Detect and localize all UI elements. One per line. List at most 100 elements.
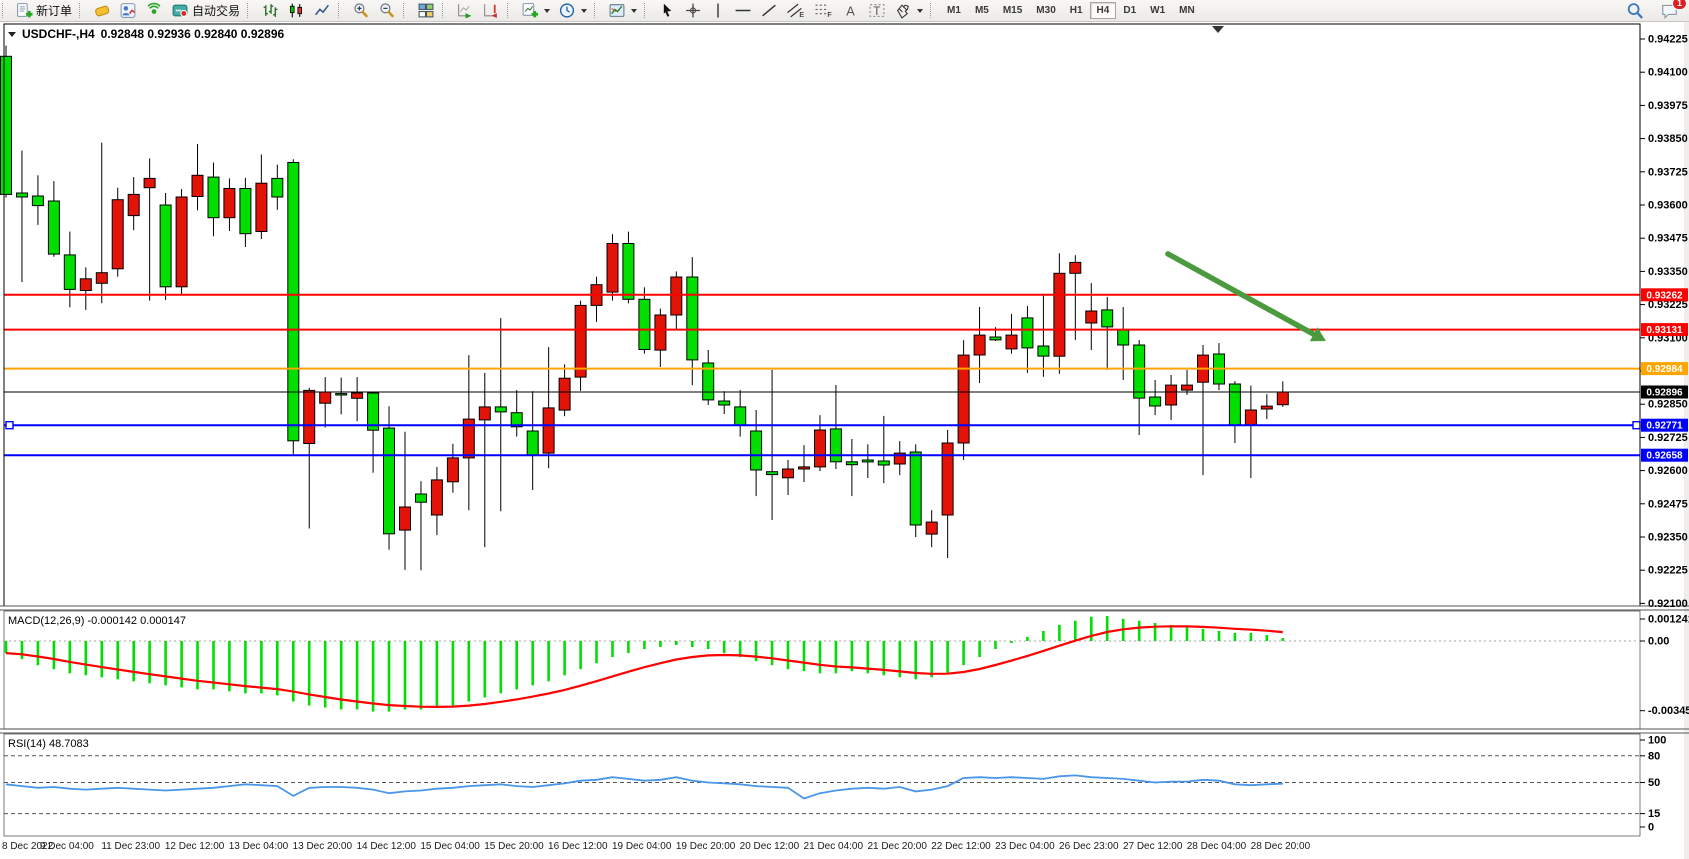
candle-body-up: [1166, 385, 1177, 405]
timeframe-button-d1[interactable]: D1: [1116, 2, 1143, 19]
candle-body-down: [272, 178, 283, 197]
toolbar-grip[interactable]: [338, 3, 344, 18]
candle-body-up: [783, 469, 794, 478]
svg-text:E: E: [799, 10, 804, 19]
candlestick-chart-icon[interactable]: [283, 0, 309, 21]
timeframe-button-m1[interactable]: M1: [940, 2, 968, 19]
signal-icon[interactable]: [141, 0, 167, 21]
price-tick-label: 0.92850: [1648, 399, 1688, 411]
rsi-tick-label: 50: [1648, 777, 1660, 789]
date-label: 19 Dec 04:00: [612, 841, 672, 852]
symbol-dropdown-icon[interactable]: [8, 32, 16, 37]
arrows-caret[interactable]: [917, 9, 923, 13]
candle-body-up: [1070, 262, 1081, 273]
new-order-label: 新订单: [36, 2, 72, 19]
autotrade-label: 自动交易: [192, 2, 240, 19]
text-label-icon[interactable]: T: [864, 0, 890, 21]
candle-body-up: [974, 335, 985, 355]
candle-body-up: [1086, 311, 1097, 323]
candle-body-down: [208, 177, 219, 218]
candle-body-up: [942, 443, 953, 515]
auto-scroll-icon[interactable]: [452, 0, 478, 21]
chart-ohlc-values: 0.92848 0.92936 0.92840 0.92896: [101, 27, 285, 41]
date-label: 21 Dec 20:00: [867, 841, 927, 852]
gold-ingot-icon[interactable]: [89, 0, 115, 21]
tile-windows-icon[interactable]: [413, 0, 439, 21]
candle-body-up: [1245, 410, 1256, 425]
timeframe-button-w1[interactable]: W1: [1143, 2, 1172, 19]
chat-button[interactable]: 1: [1656, 0, 1683, 21]
candle-body-up: [447, 458, 458, 482]
horizontal-line-icon[interactable]: [730, 0, 756, 21]
candle-body-up: [352, 393, 363, 398]
timeframe-button-mn[interactable]: MN: [1172, 2, 1202, 19]
date-label: 19 Dec 20:00: [676, 841, 736, 852]
search-icon[interactable]: [1622, 0, 1648, 21]
template-button[interactable]: [604, 0, 641, 21]
toolbar-grip[interactable]: [2, 3, 8, 18]
toolbar-grip[interactable]: [247, 3, 253, 18]
user-chart-icon[interactable]: [115, 0, 141, 21]
candle-body-down: [687, 277, 698, 360]
date-label: 20 Dec 12:00: [740, 841, 800, 852]
chart-shift-icon[interactable]: [478, 0, 504, 21]
date-label: 13 Dec 20:00: [293, 841, 353, 852]
candle: [288, 159, 299, 454]
candle-body-down: [846, 462, 857, 465]
template-caret[interactable]: [631, 9, 637, 13]
fibonacci-icon[interactable]: F: [810, 0, 838, 21]
candle: [160, 193, 171, 300]
bar-chart-icon[interactable]: [257, 0, 283, 21]
zoom-out-icon[interactable]: [374, 0, 400, 21]
vertical-line-icon[interactable]: [706, 0, 730, 21]
price-chart-canvas[interactable]: 0.942250.941000.939750.938500.937250.936…: [0, 21, 1689, 859]
timeframe-button-m15[interactable]: M15: [996, 2, 1029, 19]
crosshair-icon[interactable]: [680, 0, 706, 21]
text-icon[interactable]: A: [838, 0, 864, 21]
zoom-in-icon[interactable]: [348, 0, 374, 21]
date-label: 28 Dec 04:00: [1187, 841, 1247, 852]
toolbar-grip[interactable]: [442, 3, 448, 18]
toolbar-grip[interactable]: [644, 3, 650, 18]
line-chart-icon[interactable]: [309, 0, 335, 21]
timeframe-button-h4[interactable]: H4: [1090, 2, 1117, 19]
candle-body-down: [1038, 346, 1049, 356]
arrows-shapes-button[interactable]: [890, 0, 927, 21]
toolbar-grip[interactable]: [507, 3, 513, 18]
timeframe-button-m30[interactable]: M30: [1029, 2, 1062, 19]
trendline-icon[interactable]: [756, 0, 782, 21]
period-caret[interactable]: [581, 9, 587, 13]
period-clock-button[interactable]: [554, 0, 591, 21]
line-handle-left[interactable]: [6, 422, 13, 429]
candle-body-down: [527, 431, 538, 455]
candle-body-up: [575, 305, 586, 377]
toolbar-grip[interactable]: [594, 3, 600, 18]
toolbar-grip[interactable]: [79, 3, 85, 18]
add-indicator-button[interactable]: [517, 0, 554, 21]
candle-body-down: [17, 193, 28, 197]
equidistant-channel-icon[interactable]: E: [782, 0, 810, 21]
candle-body-up: [192, 175, 203, 196]
timeframe-group: M1M5M15M30H1H4D1W1MN: [939, 1, 1203, 21]
candle-body-down: [1102, 310, 1113, 327]
toolbar-grip[interactable]: [403, 3, 409, 18]
svg-text:A: A: [846, 3, 855, 18]
add-indicator-caret[interactable]: [544, 9, 550, 13]
candle-body-up: [96, 273, 107, 284]
toolbar-grip[interactable]: [930, 3, 936, 18]
timeframe-button-m5[interactable]: M5: [968, 2, 996, 19]
autotrade-icon: [171, 2, 189, 19]
autotrade-button[interactable]: 自动交易: [167, 0, 244, 21]
line-handle-right[interactable]: [1633, 422, 1640, 429]
candle-body-up: [144, 178, 155, 187]
cursor-icon[interactable]: [654, 0, 680, 21]
candle-body-down: [32, 196, 43, 206]
candle: [958, 340, 969, 460]
new-order-button[interactable]: 新订单: [12, 0, 76, 21]
candle-body-down: [1118, 330, 1129, 345]
candle-body-up: [176, 197, 187, 287]
candle-body-down: [240, 189, 251, 234]
chart-title[interactable]: USDCHF-,H4 0.92848 0.92936 0.92840 0.928…: [8, 27, 284, 41]
hline-0.92771-badge-label: 0.92771: [1646, 421, 1683, 432]
timeframe-button-h1[interactable]: H1: [1063, 2, 1090, 19]
